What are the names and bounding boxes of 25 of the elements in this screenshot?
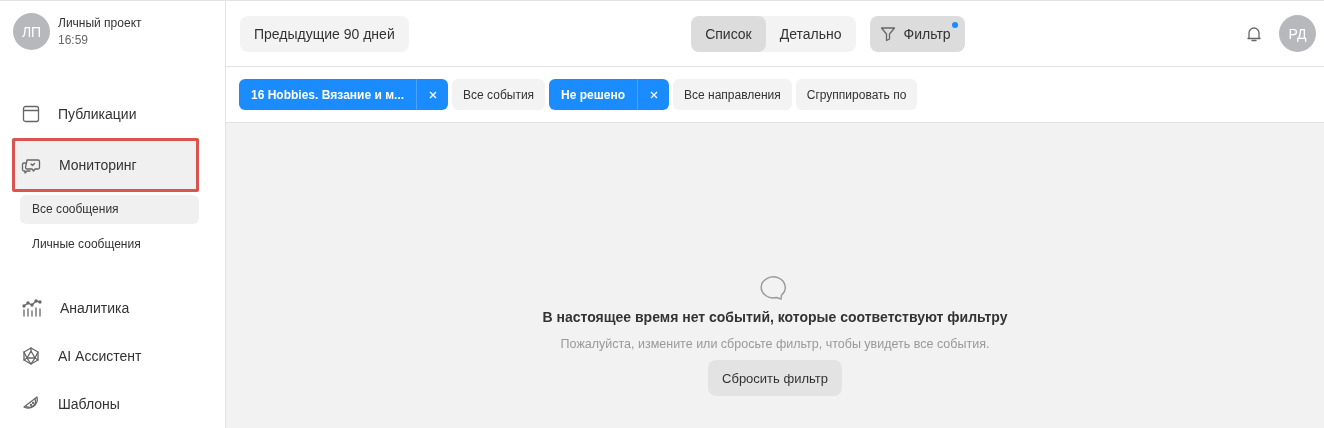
empty-state-message: Пожалуйста, измените или сбросьте фильтр, чтобы увидеть все события. <box>560 337 990 351</box>
filter-chip[interactable]: Сгруппировать по <box>795 79 918 110</box>
filter-chip[interactable]: Все направления <box>673 79 792 110</box>
filter-chip[interactable]: Все события <box>452 79 546 110</box>
panel-icon <box>22 105 40 124</box>
nav-item[interactable]: Шаблоны <box>0 379 213 428</box>
polyhedron-icon <box>22 346 40 365</box>
nav-item[interactable]: Аналитика <box>0 283 213 332</box>
chart-icon <box>22 298 42 317</box>
view-tab[interactable]: Список <box>691 15 766 52</box>
nav-item[interactable]: Публикации <box>0 90 213 139</box>
nav-item[interactable]: AI Ассистент <box>0 331 213 380</box>
empty-state-title: В настоящее время нет событий, которые соответствуют фильтру <box>542 309 1008 325</box>
view-tab[interactable]: Детально <box>765 15 856 52</box>
nav-item[interactable]: Мониторинг <box>12 138 199 192</box>
project-name: Личный проект <box>58 16 142 30</box>
sub-nav-item[interactable]: Все сообщения <box>20 194 199 224</box>
chat-icon <box>21 156 41 175</box>
filter-button[interactable]: Фильтр <box>869 15 965 52</box>
reset-filter-button[interactable]: Сбросить фильтр <box>708 360 842 396</box>
project-time: 16:59 <box>58 33 90 47</box>
filter-icon <box>879 25 896 42</box>
period-button[interactable]: Предыдущие 90 дней <box>240 15 409 52</box>
bell-icon[interactable] <box>1247 25 1261 42</box>
sub-nav-item[interactable]: Личные сообщения <box>20 229 199 259</box>
